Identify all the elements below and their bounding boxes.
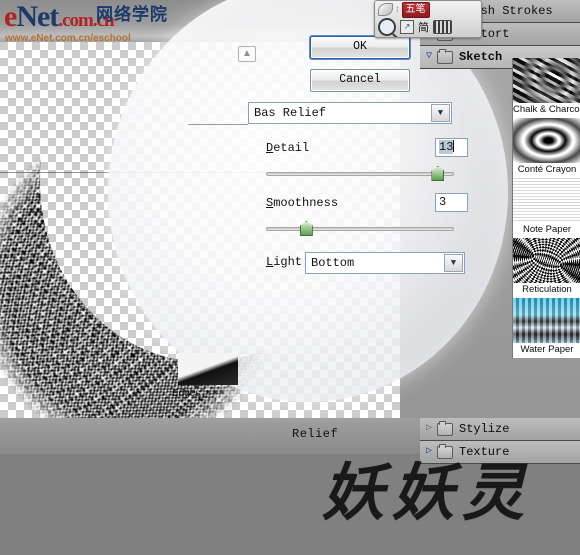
thumbnail-caption: Water Paper xyxy=(513,343,580,358)
thumbnail-image xyxy=(513,238,580,283)
thumbnail-caption: Conté Crayon xyxy=(513,163,580,178)
logo-cjk-text: 网络学院 xyxy=(96,5,168,25)
filter-select[interactable]: Bas Relief ▼ xyxy=(248,102,452,124)
page-watermark: 妖妖灵 xyxy=(322,456,533,529)
light-select-value: Bottom xyxy=(311,256,355,270)
thumbnail-caption: Reticulation xyxy=(513,283,580,298)
slider-knob[interactable] xyxy=(431,166,445,181)
ime-toolbar[interactable]: ⁝ 五笔 ↗ 简 xyxy=(374,0,482,38)
keyboard-icon[interactable] xyxy=(433,19,452,34)
smoothness-input[interactable]: 3 xyxy=(435,193,468,212)
thumbnail-image xyxy=(513,298,580,343)
expand-triangle-icon[interactable]: ▷ xyxy=(426,424,437,434)
text-caret xyxy=(453,140,455,152)
ime-badge[interactable]: 五笔 xyxy=(401,1,430,18)
folder-icon xyxy=(437,420,453,436)
thumbnail-image xyxy=(513,178,580,223)
tree-row-stylize[interactable]: ▷ Stylize xyxy=(420,418,580,441)
enet-logo: eNet.com.cn 网络学院 www.eNet.com.cn/eschool xyxy=(4,2,184,46)
detail-slider[interactable] xyxy=(266,166,454,181)
screenshot-root: Edges Relief ▶ Brush Strokes ▶ Distort ▽… xyxy=(0,0,580,555)
cancel-button[interactable]: Cancel xyxy=(310,69,410,92)
chevron-down-icon[interactable]: ▼ xyxy=(444,254,463,272)
tree-row-label: Stylize xyxy=(459,422,510,436)
box-icon[interactable]: ↗ xyxy=(400,19,414,34)
light-label: Light: xyxy=(266,255,310,269)
logo-word-net: Net xyxy=(16,0,59,33)
thumbnail-caption: Note Paper xyxy=(513,223,580,238)
thumbnail-water-paper[interactable]: Water Paper xyxy=(513,298,580,358)
magnifier-icon[interactable] xyxy=(378,17,396,36)
pen-icon[interactable] xyxy=(378,3,393,16)
sketch-filter-thumbnails[interactable]: Chalk & Charcoal Conté Crayon Note Paper… xyxy=(512,58,580,358)
dialog-connector-line xyxy=(188,124,248,125)
canvas-bottom-strip xyxy=(0,418,420,454)
smoothness-field-row: Smoothness 3 xyxy=(248,193,472,215)
detail-label: Detail xyxy=(266,141,310,155)
dots-icon[interactable]: ⁝ xyxy=(396,5,399,14)
thumbnail-conte-crayon[interactable]: Conté Crayon xyxy=(513,118,580,178)
thumbnail-torn-edges[interactable] xyxy=(178,353,238,385)
smoothness-slider[interactable] xyxy=(266,221,454,236)
thumbnail-caption: Chalk & Charcoal xyxy=(513,103,580,118)
thumbnail-image xyxy=(513,118,580,163)
thumbnail-reticulation[interactable]: Reticulation xyxy=(513,238,580,298)
smoothness-label: Smoothness xyxy=(266,196,339,210)
ime-mode-toggle[interactable]: 简 xyxy=(418,19,429,35)
chevron-up-icon[interactable]: ▲ xyxy=(238,46,256,62)
logo-letter-e: e xyxy=(4,0,17,33)
thumbnail-chalk-charcoal[interactable]: Chalk & Charcoal xyxy=(513,58,580,118)
detail-value: 13 xyxy=(439,140,454,154)
logo-url: www.eNet.com.cn/eschool xyxy=(5,33,131,44)
slider-track[interactable] xyxy=(266,172,454,176)
slider-track[interactable] xyxy=(266,227,454,231)
light-field-row: Light: Bottom ▼ xyxy=(248,252,472,274)
light-select[interactable]: Bottom ▼ xyxy=(305,252,465,274)
filter-select-value: Bas Relief xyxy=(254,106,327,120)
ime-toolbar-top-row: ⁝ 五笔 xyxy=(375,1,481,18)
detail-input[interactable]: 13 xyxy=(435,138,468,157)
ime-toolbar-bottom-row: ↗ 简 xyxy=(375,17,481,36)
slider-knob[interactable] xyxy=(299,221,313,236)
detail-field-row: Detail 13 xyxy=(248,138,472,160)
filter-options-dialog: OK Cancel Bas Relief ▼ Detail 13 Smoothn… xyxy=(248,36,472,274)
thumbnail-note-paper[interactable]: Note Paper xyxy=(513,178,580,238)
ok-button[interactable]: OK xyxy=(310,36,410,59)
chevron-down-icon[interactable]: ▼ xyxy=(431,104,450,122)
thumbnail-image xyxy=(513,58,580,103)
thumbnail-torn-edges-caption: Edges xyxy=(172,388,201,399)
relief-label: Relief xyxy=(292,427,339,441)
